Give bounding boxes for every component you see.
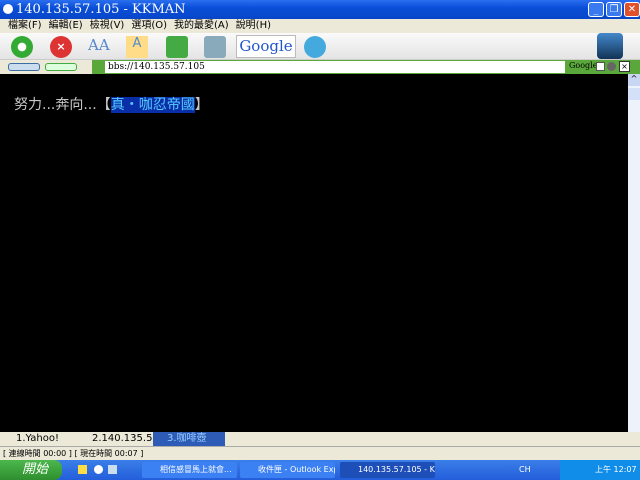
google-button[interactable]: Google: [236, 35, 296, 58]
quicklaunch-icon-2[interactable]: [94, 465, 103, 474]
task-3-active[interactable]: 140.135.57.105 - KK...: [340, 462, 435, 478]
font-size-icon[interactable]: AA: [88, 36, 110, 58]
quicklaunch-icon-1[interactable]: [78, 465, 87, 474]
terminal-line: 努力...奔向...【真・咖忍帝國】: [14, 97, 209, 113]
menu-favorites[interactable]: 我的最愛(A): [174, 20, 229, 31]
system-tray: 上午 12:07: [560, 460, 640, 480]
font-style-icon[interactable]: A: [126, 36, 148, 58]
start-button[interactable]: 開始: [0, 460, 62, 480]
close-search-icon[interactable]: ×: [619, 61, 630, 72]
options-icon[interactable]: [607, 62, 616, 71]
app-icon: [3, 4, 13, 14]
menu-edit[interactable]: 編輯(E): [49, 20, 83, 31]
task-2[interactable]: 收件匣 - Outlook Exp...: [240, 462, 335, 478]
nav-dropdown-2[interactable]: [45, 63, 77, 71]
board-name: 真・咖忍帝國: [110, 97, 195, 113]
task-1[interactable]: 相信感冒馬上就會...: [142, 462, 237, 478]
toolbar: × AA A Google: [0, 33, 640, 60]
scroll-up-button[interactable]: ^: [628, 74, 640, 86]
media-icon[interactable]: [304, 36, 326, 58]
search-engine-label: Google: [569, 61, 598, 70]
new-window-icon[interactable]: [596, 62, 605, 71]
tab-bar: 1.Yahoo!奇... 2.140.135.57... 3.咖啡壺的...: [0, 432, 640, 458]
vertical-scrollbar[interactable]: ^: [628, 74, 640, 432]
bbs-terminal[interactable]: 努力...奔向...【真・咖忍帝國】: [0, 74, 628, 432]
connect-icon[interactable]: [11, 36, 33, 58]
nav-dropdown-1[interactable]: [8, 63, 40, 71]
package-icon[interactable]: [204, 36, 226, 58]
menu-view[interactable]: 檢視(V): [90, 20, 125, 31]
scroll-thumb[interactable]: [628, 88, 640, 100]
url-input[interactable]: [105, 61, 565, 73]
tab-2[interactable]: 2.140.135.57...: [78, 432, 168, 446]
minimize-button[interactable]: _: [588, 2, 604, 17]
title-bar: 140.135.57.105 - KKMAN _ ❐ ✕: [0, 0, 640, 19]
window-title: 140.135.57.105 - KKMAN: [16, 2, 186, 17]
quicklaunch-icon-3[interactable]: [108, 465, 117, 474]
plugin-icon[interactable]: [166, 36, 188, 58]
menu-file[interactable]: 檔案(F): [8, 20, 42, 31]
disconnect-icon[interactable]: ×: [50, 36, 72, 58]
clock[interactable]: 上午 12:07: [595, 465, 637, 474]
restore-button[interactable]: ❐: [606, 2, 622, 17]
kkman-logo-icon: [597, 33, 623, 59]
menu-options[interactable]: 選項(O): [131, 20, 167, 31]
close-button[interactable]: ✕: [624, 2, 640, 17]
taskbar: 開始 相信感冒馬上就會... 收件匣 - Outlook Exp... 140.…: [0, 460, 640, 480]
tab-1[interactable]: 1.Yahoo!奇...: [2, 432, 76, 458]
address-bar: Google ×: [0, 60, 640, 74]
menu-help[interactable]: 說明(H): [236, 20, 271, 31]
status-bar: [ 連線時間 00:00 ] [ 現在時間 00:07 ]: [0, 446, 640, 460]
menu-bar: 檔案(F) 編輯(E) 檢視(V) 選項(O) 我的最愛(A) 說明(H): [0, 19, 640, 33]
tab-3-active[interactable]: 3.咖啡壺的...: [153, 432, 225, 458]
language-indicator[interactable]: CH: [519, 460, 531, 480]
